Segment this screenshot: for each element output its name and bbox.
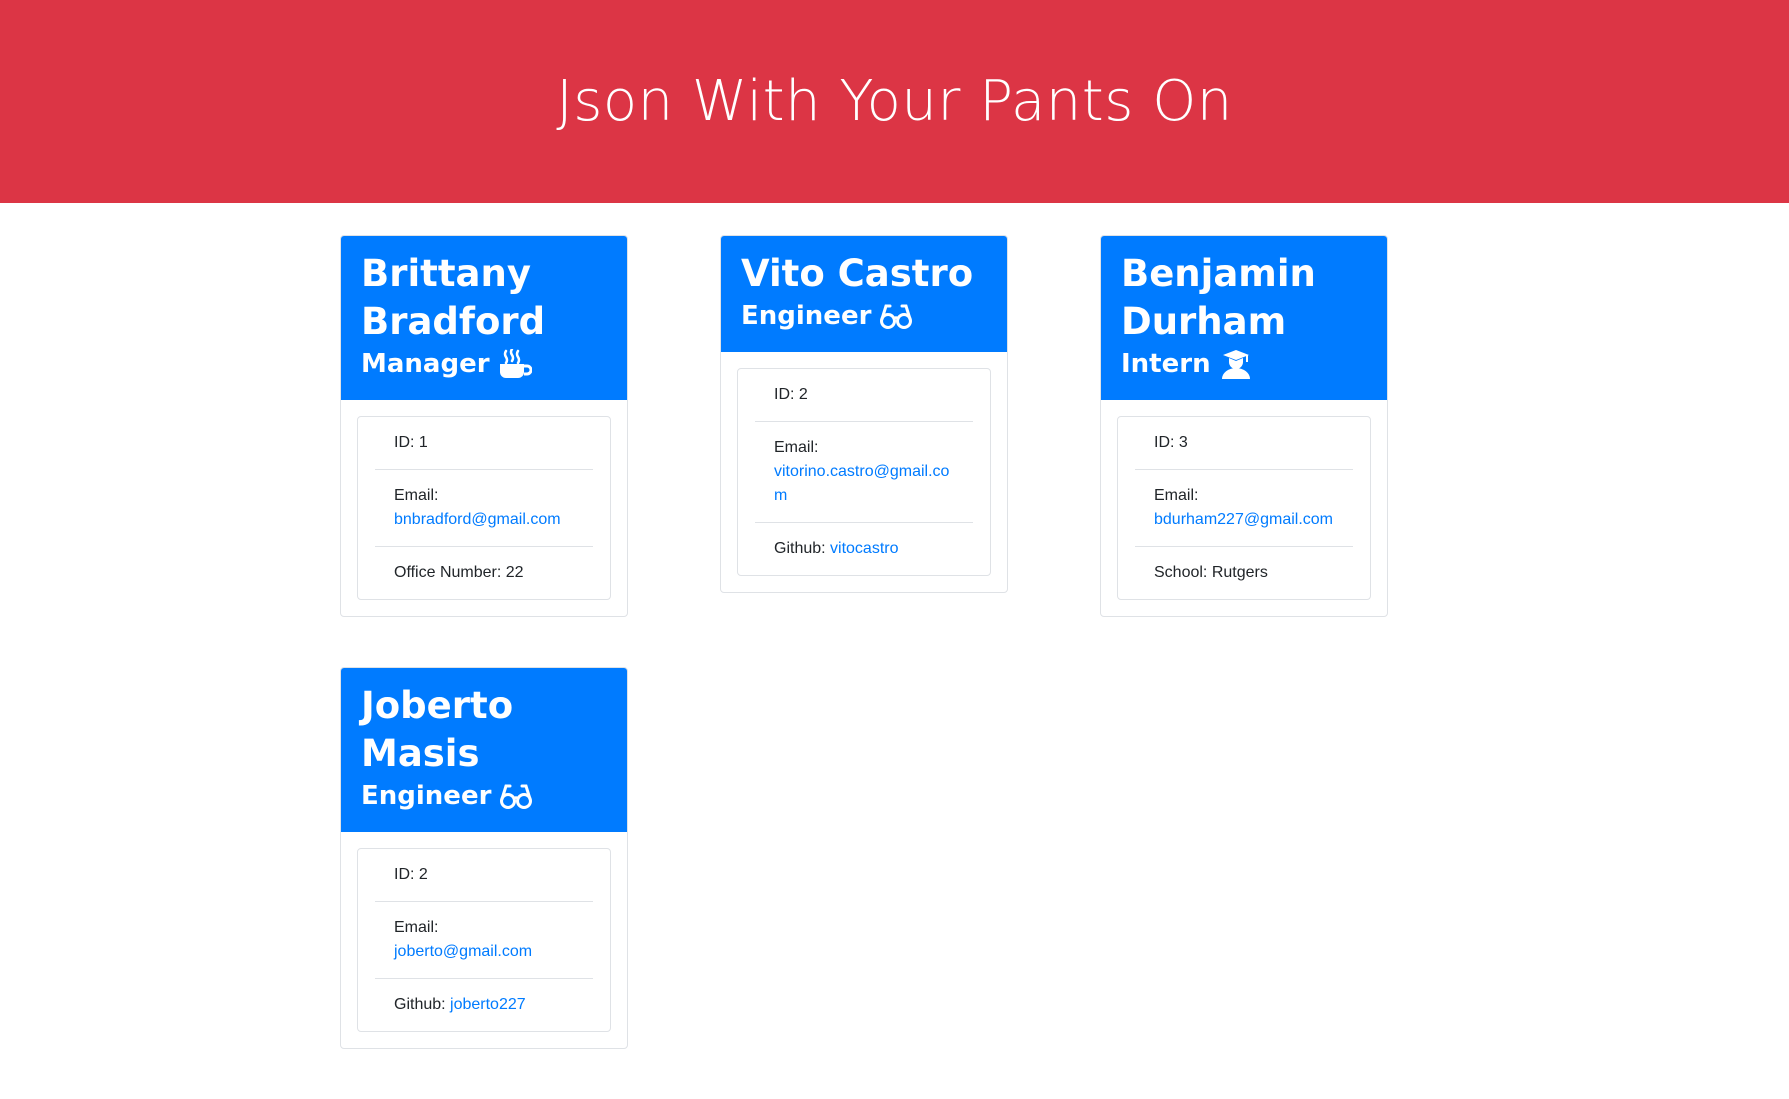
school-item: School: Rutgers (1154, 564, 1268, 581)
employee-card: Vito Castro Engineer ID: 2 Email: vitori… (720, 235, 1008, 593)
details-list: ID: 2 Email: joberto@gmail.com Github: j… (357, 848, 611, 1032)
card-header: Vito Castro Engineer (721, 236, 1007, 352)
email-item: Email: bdurham227@gmail.com (1135, 470, 1353, 547)
employee-role: Intern (1121, 346, 1367, 382)
email-label: Email: (1154, 487, 1199, 504)
graduate-icon (1221, 350, 1250, 379)
card-header: Benjamin Durham Intern (1101, 236, 1387, 400)
page-banner: Json With Your Pants On (0, 0, 1789, 203)
id-item: ID: 3 (1135, 417, 1353, 470)
github-label: Github: (394, 996, 451, 1013)
employee-name: Benjamin Durham (1121, 252, 1316, 343)
employee-card: Joberto Masis Engineer ID: 2 Email: jobe… (340, 667, 628, 1049)
role-label: Engineer (741, 301, 872, 331)
card-header: Joberto Masis Engineer (341, 668, 627, 832)
details-list: ID: 3 Email: bdurham227@gmail.com School… (1117, 416, 1371, 600)
github-link[interactable]: joberto227 (450, 996, 526, 1013)
employee-name: Brittany Bradford (361, 252, 546, 343)
id-item: ID: 2 (755, 369, 973, 422)
card-body: ID: 2 Email: vitorino.castro@gmail.com G… (721, 352, 1007, 592)
employee-name: Joberto Masis (361, 684, 514, 775)
email-link[interactable]: bdurham227@gmail.com (1154, 511, 1333, 528)
role-label: Engineer (361, 781, 492, 811)
email-item: Email: vitorino.castro@gmail.com (755, 422, 973, 523)
role-label: Manager (361, 349, 490, 379)
github-item: Github: vitocastro (755, 523, 973, 575)
email-item: Email: joberto@gmail.com (375, 902, 593, 979)
card-body: ID: 2 Email: joberto@gmail.com Github: j… (341, 832, 627, 1048)
email-link[interactable]: joberto@gmail.com (394, 943, 532, 960)
glasses-icon (880, 304, 913, 329)
employee-role: Engineer (741, 298, 987, 334)
card-header: Brittany Bradford Manager (341, 236, 627, 400)
email-label: Email: (394, 919, 439, 936)
employee-card: Benjamin Durham Intern ID: 3 Email: bdur… (1100, 235, 1388, 617)
card-body: ID: 1 Email: bnbradford@gmail.com Office… (341, 400, 627, 616)
office-number-item: Office Number: 22 (394, 564, 524, 581)
email-label: Email: (774, 439, 819, 456)
glasses-icon (500, 784, 533, 809)
details-list: ID: 2 Email: vitorino.castro@gmail.com G… (737, 368, 991, 576)
github-item: Github: joberto227 (375, 979, 593, 1031)
employee-card: Brittany Bradford Manager ID: 1 Email: b… (340, 235, 628, 617)
coffee-mug-icon (499, 349, 532, 378)
page-title: Json With Your Pants On (556, 69, 1233, 134)
id-item: ID: 2 (375, 849, 593, 902)
email-link[interactable]: vitorino.castro@gmail.com (774, 463, 949, 504)
email-label: Email: (394, 487, 439, 504)
github-label: Github: (774, 540, 831, 557)
email-item: Email: bnbradford@gmail.com (375, 470, 593, 547)
role-label: Intern (1121, 349, 1211, 379)
card-body: ID: 3 Email: bdurham227@gmail.com School… (1101, 400, 1387, 616)
employee-role: Manager (361, 346, 607, 382)
id-item: ID: 1 (375, 417, 593, 470)
employee-role: Engineer (361, 778, 607, 814)
github-link[interactable]: vitocastro (830, 540, 898, 557)
email-link[interactable]: bnbradford@gmail.com (394, 511, 561, 528)
employee-name: Vito Castro (741, 252, 974, 295)
details-list: ID: 1 Email: bnbradford@gmail.com Office… (357, 416, 611, 600)
